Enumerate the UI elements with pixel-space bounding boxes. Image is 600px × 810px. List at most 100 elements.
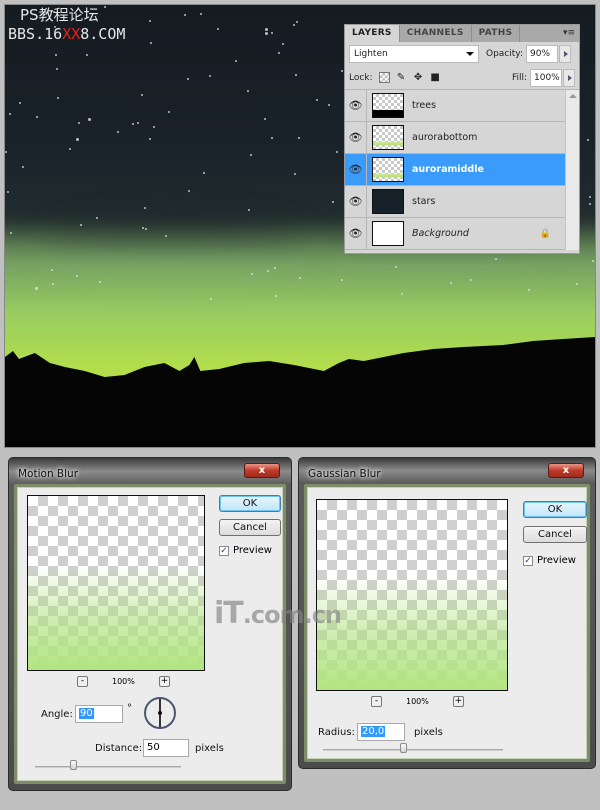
star — [208, 74, 211, 77]
scroll-up-icon[interactable] — [568, 94, 577, 98]
star — [69, 148, 72, 151]
star — [96, 217, 99, 220]
gaussian-blur-dialog: Gaussian Blur x OK Cancel ✓ Preview - 100… — [298, 457, 596, 769]
preview-label: Preview — [233, 545, 272, 556]
radius-slider-thumb[interactable] — [400, 743, 407, 753]
watermark-domain: .com.cn — [242, 601, 342, 629]
distance-input[interactable]: 50 — [143, 739, 189, 757]
star — [335, 151, 338, 154]
zoom-controls: - 100% + — [77, 676, 170, 687]
zoom-controls: - 100% + — [371, 696, 464, 707]
star — [264, 27, 268, 31]
cancel-button[interactable]: Cancel — [219, 519, 281, 536]
layer-row-aurorabottom[interactable]: 👁 aurorabottom — [345, 121, 579, 154]
layer-name: auroramiddle — [412, 164, 484, 175]
distance-unit: pixels — [195, 743, 224, 754]
lock-all-icon[interactable]: ■ — [430, 72, 441, 83]
preview-checkbox[interactable]: ✓ Preview — [523, 555, 576, 566]
checkbox-checked-icon: ✓ — [219, 545, 229, 556]
layer-row-background[interactable]: 👁 Background 🔒 — [345, 217, 579, 250]
tab-layers[interactable]: LAYERS — [345, 25, 400, 42]
eye-icon[interactable]: 👁 — [345, 121, 367, 154]
close-button[interactable]: x — [244, 463, 280, 478]
opacity-input[interactable]: 90% — [526, 45, 558, 63]
close-button[interactable]: x — [548, 463, 584, 478]
star — [136, 122, 139, 124]
dialog-titlebar[interactable]: Gaussian Blur x — [304, 462, 590, 484]
tab-channels[interactable]: CHANNELS — [400, 25, 472, 42]
star — [57, 96, 60, 99]
eye-icon[interactable]: 👁 — [345, 185, 367, 218]
distance-slider[interactable] — [35, 766, 181, 768]
lock-move-icon[interactable]: ✥ — [413, 72, 424, 83]
lock-brush-icon[interactable]: ✎ — [396, 72, 407, 83]
angle-input[interactable]: 90 — [75, 705, 123, 723]
star — [340, 69, 343, 72]
star — [148, 20, 151, 23]
blend-mode-value: Lighten — [354, 49, 388, 59]
fill-slider-toggle[interactable] — [563, 68, 575, 87]
star — [164, 234, 167, 237]
layer-thumbnail — [372, 157, 404, 182]
star — [274, 266, 277, 269]
eye-icon[interactable]: 👁 — [345, 153, 367, 186]
lock-icon: 🔒 — [539, 228, 551, 239]
preview-checkbox[interactable]: ✓ Preview — [219, 545, 272, 556]
dialog-titlebar[interactable]: Motion Blur x — [14, 462, 286, 484]
filter-preview[interactable] — [316, 499, 508, 691]
radius-slider[interactable] — [323, 749, 503, 751]
forum-watermark: PS教程论坛 BBS.16XX8.COM — [8, 6, 125, 44]
star — [589, 195, 592, 198]
zoom-percent: 100% — [112, 677, 135, 686]
layer-row-stars[interactable]: 👁 stars — [345, 185, 579, 218]
star — [316, 99, 319, 102]
layer-row-auroramiddle[interactable]: 👁 auroramiddle — [345, 153, 579, 186]
layer-thumbnail — [372, 125, 404, 150]
lock-transparent-icon[interactable] — [378, 72, 390, 83]
zoom-out-button[interactable]: - — [77, 676, 88, 687]
star — [247, 90, 250, 93]
dialog-title: Gaussian Blur — [308, 468, 381, 480]
blend-mode-select[interactable]: Lighten — [349, 45, 479, 63]
eye-icon[interactable]: 👁 — [345, 89, 367, 122]
fill-input[interactable]: 100% — [530, 68, 562, 87]
site-watermark: iT.com.cn — [214, 596, 342, 631]
angle-dial[interactable] — [144, 697, 176, 729]
filter-preview[interactable] — [27, 495, 205, 671]
star — [116, 130, 119, 133]
radius-label: Radius: — [318, 727, 355, 738]
star — [55, 68, 58, 71]
star — [200, 13, 203, 16]
star — [327, 104, 330, 107]
radius-input[interactable]: 20,0 — [357, 723, 405, 741]
zoom-percent: 100% — [406, 697, 429, 706]
watermark-line-1: PS教程论坛 — [20, 6, 99, 24]
distance-slider-thumb[interactable] — [70, 760, 78, 770]
star — [5, 151, 8, 154]
tab-paths[interactable]: PATHS — [472, 25, 521, 42]
cancel-button[interactable]: Cancel — [523, 526, 587, 543]
ok-button[interactable]: OK — [523, 501, 587, 518]
zoom-in-button[interactable]: + — [452, 696, 464, 707]
star — [400, 293, 403, 296]
eye-icon[interactable]: 👁 — [345, 217, 367, 250]
ok-button[interactable]: OK — [219, 495, 281, 512]
layers-scrollbar[interactable] — [565, 90, 579, 250]
layer-name: stars — [412, 196, 436, 207]
dial-center — [158, 711, 162, 715]
star — [9, 112, 12, 115]
star — [34, 286, 38, 290]
layer-row-trees[interactable]: 👁 trees — [345, 89, 579, 122]
opacity-slider-toggle[interactable] — [559, 45, 571, 63]
panel-menu-icon[interactable]: ▾≡ — [563, 28, 575, 38]
chevron-down-icon — [466, 52, 474, 56]
star — [294, 173, 297, 176]
star — [332, 200, 335, 203]
zoom-in-button[interactable]: + — [158, 676, 170, 687]
star — [140, 93, 143, 96]
star — [55, 53, 58, 56]
zoom-out-button[interactable]: - — [371, 696, 382, 707]
dialog-body: OK Cancel ✓ Preview - 100% + Angle: 90 ° … — [14, 484, 286, 784]
star — [202, 171, 205, 174]
star — [35, 115, 38, 118]
